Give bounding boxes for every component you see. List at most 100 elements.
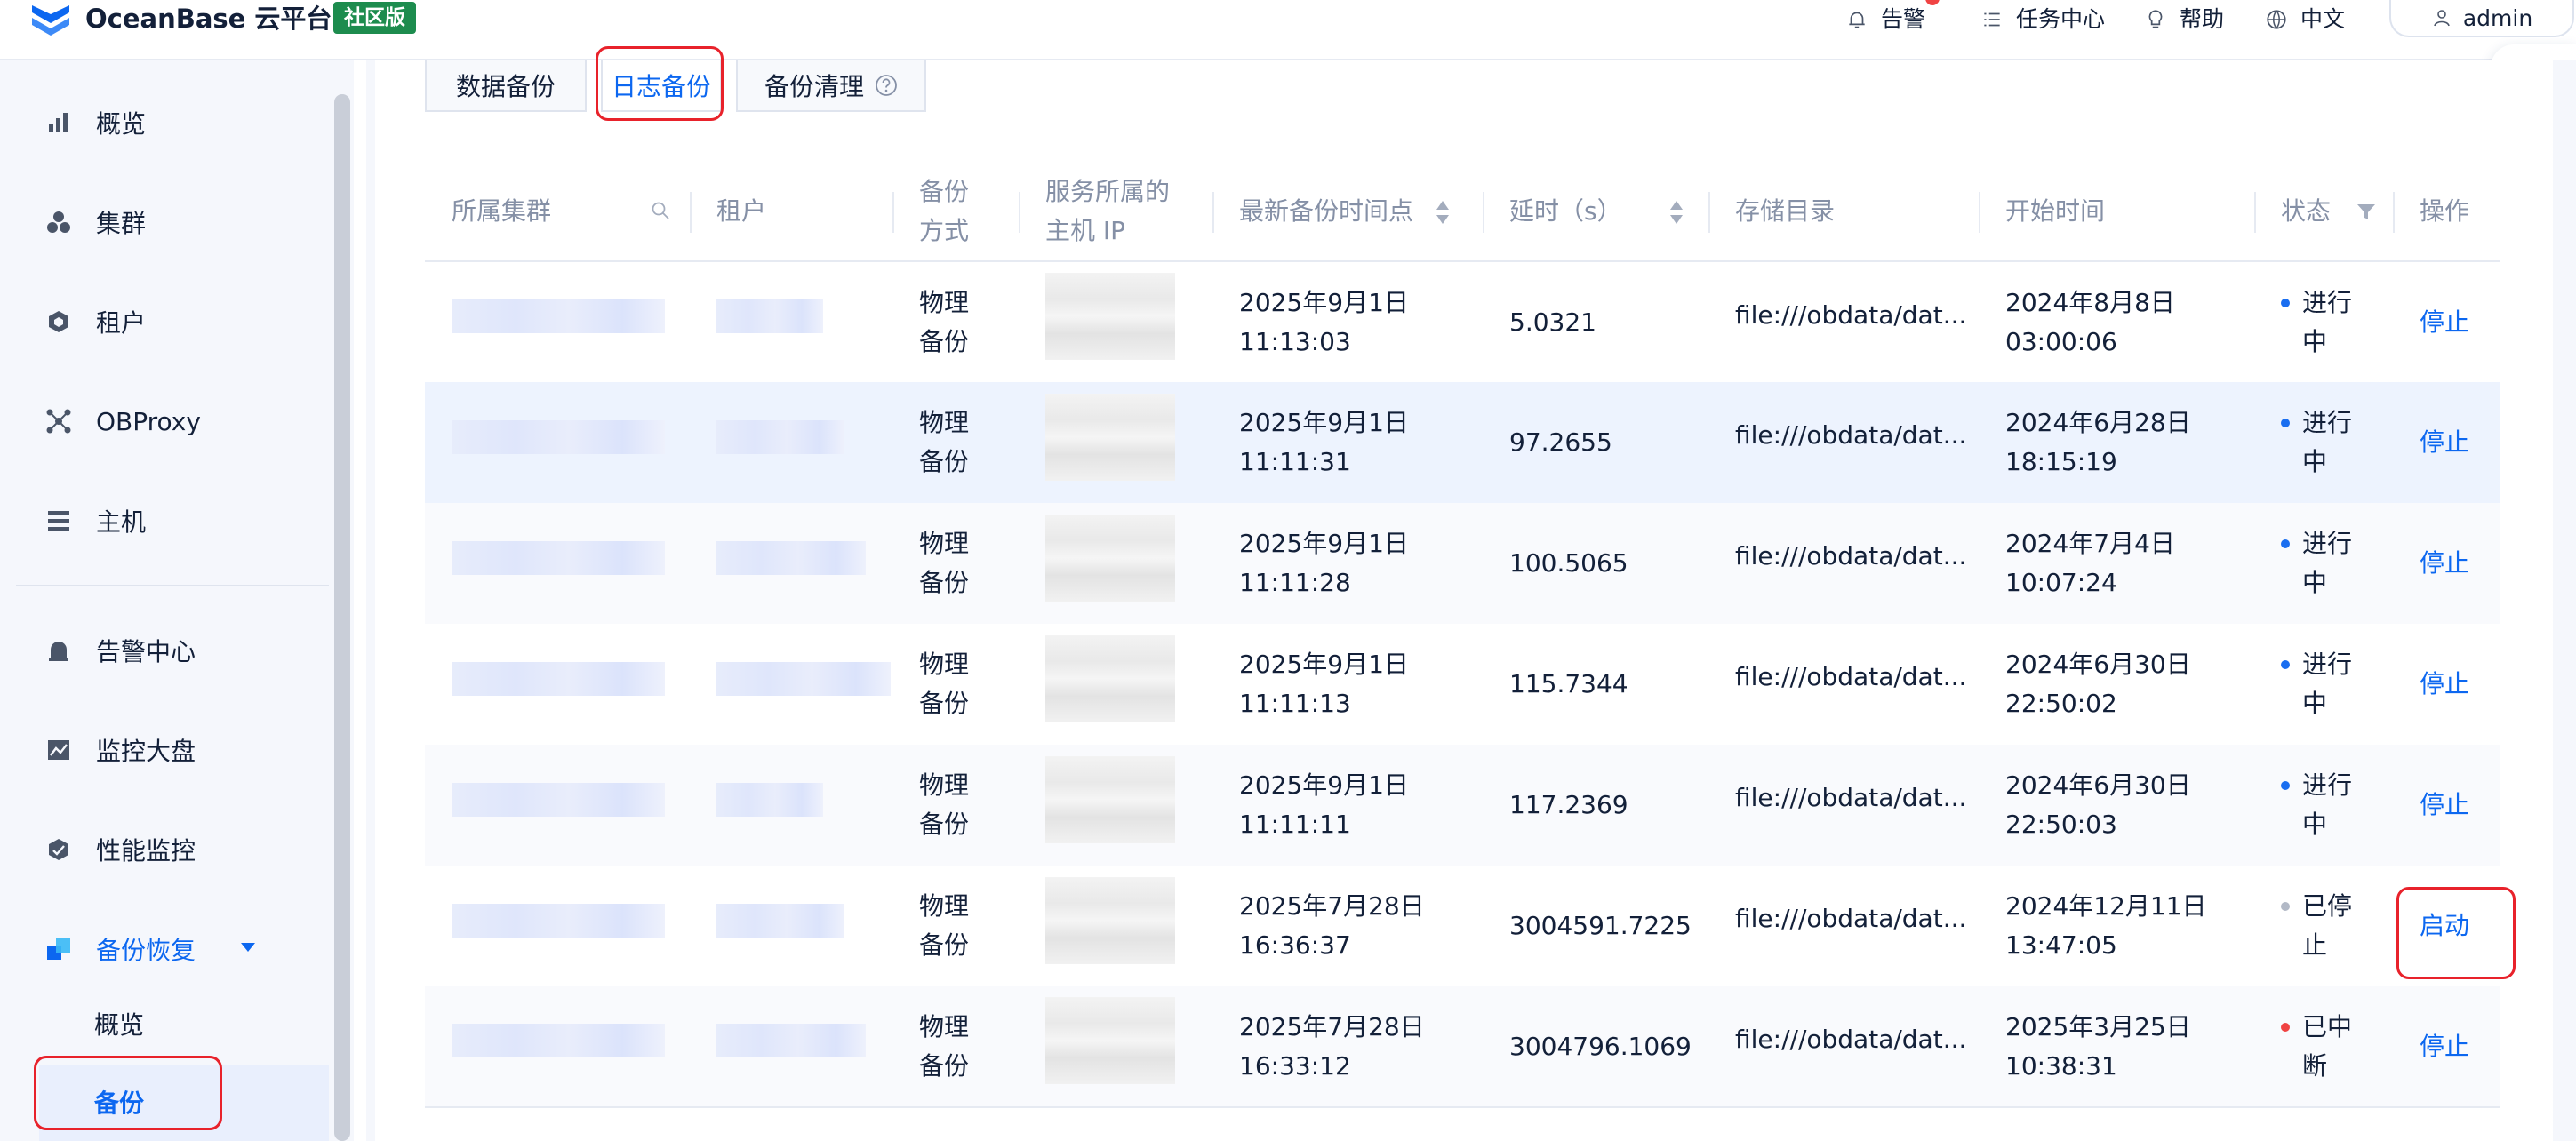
chevron-down-icon[interactable] — [240, 942, 256, 953]
sidebar-item-label: 集群 — [96, 209, 147, 238]
stop-button[interactable]: 停止 — [2420, 790, 2469, 819]
sidebar-item-alarm-center[interactable]: 告警中心 — [46, 624, 196, 677]
cell-actions: 停止 — [2393, 624, 2500, 745]
list-icon — [1984, 12, 2000, 27]
redacted-host-ip — [1045, 876, 1175, 964]
sidebar-subitem-selected-bg — [39, 1065, 329, 1141]
cell-latest-backup: 2025年7月28日 16:33:12 — [1212, 986, 1483, 1108]
redacted-cluster-name — [452, 661, 665, 696]
cell-latest-backup: 2025年9月1日 11:11:31 — [1212, 382, 1483, 503]
redacted-host-ip — [1045, 393, 1175, 481]
stop-button[interactable]: 停止 — [2420, 427, 2469, 457]
cell-actions: 停止 — [2393, 261, 2500, 382]
start-button[interactable]: 启动 — [2420, 911, 2469, 940]
user-menu[interactable]: admin — [2389, 0, 2574, 37]
cell-actions: 停止 — [2393, 745, 2500, 866]
sidebar-item-label: OBProxy — [96, 406, 201, 436]
language-switch[interactable]: 中文 — [2265, 0, 2345, 39]
status-text: 进行中 — [2302, 287, 2353, 356]
sort-icon[interactable] — [1436, 199, 1450, 226]
cell-start-time: 2024年6月30日 22:50:02 — [2005, 650, 2191, 718]
sidebar-item-backup-restore[interactable]: 备份恢复 — [46, 922, 196, 976]
sidebar-item-monitor-dashboard[interactable]: 监控大盘 — [46, 723, 196, 777]
cell-host-ip — [1019, 866, 1212, 986]
cell-storage-dir: file:///obdata/dat... — [1708, 986, 1979, 1108]
sidebar-item-label: 概览 — [96, 109, 147, 139]
column-header-storage-dir: 存储目录 — [1708, 162, 1979, 262]
cell-latest-backup: 2025年9月1日 11:13:03 — [1239, 287, 1409, 356]
sidebar-item-cluster[interactable]: 集群 — [46, 195, 146, 249]
table-row: 物理备份 2025年9月1日 11:13:03 5.0321 file:///obda… — [425, 261, 2500, 382]
sidebar-item-obproxy[interactable]: OBProxy — [46, 395, 201, 448]
cell-delay: 117.2369 — [1483, 745, 1708, 866]
cell-start-time: 2024年6月28日 18:15:19 — [1979, 382, 2254, 503]
cell-tenant — [690, 624, 892, 745]
tab-log-backup[interactable]: 日志备份 — [601, 60, 722, 112]
sidebar-subitem-overview[interactable]: 概览 — [94, 1006, 144, 1041]
cell-tenant — [690, 261, 892, 382]
redacted-tenant-name — [716, 661, 891, 696]
tab-label: 数据备份 — [455, 72, 556, 101]
cell-start-time: 2024年12月11日 13:47:05 — [2005, 891, 2207, 960]
log-backup-table: 所属集群 租户 备份方式 服务所属的主机 IP 最新备份时间点 延时（s） 存储… — [425, 162, 2500, 1108]
sidebar-item-label: 主机 — [96, 507, 147, 537]
column-header-latest-backup[interactable]: 最新备份时间点 — [1212, 162, 1483, 262]
help-button[interactable]: 帮助 — [2144, 0, 2224, 39]
sort-icon[interactable] — [1669, 199, 1684, 226]
sidebar-item-tenant[interactable]: 租户 — [46, 295, 146, 348]
cell-tenant — [690, 745, 892, 866]
bar-chart-icon — [46, 110, 71, 135]
cell-storage-dir: file:///obdata/dat... — [1735, 904, 1967, 933]
cell-latest-backup: 2025年7月28日 16:36:37 — [1239, 891, 1425, 960]
status-text: 已中断 — [2302, 1011, 2353, 1081]
column-header-status: 状态 — [2254, 162, 2393, 262]
cell-delay: 97.2655 — [1483, 382, 1708, 503]
tab-label: 备份清理 — [764, 72, 864, 101]
filter-icon[interactable] — [2356, 203, 2376, 221]
cell-latest-backup: 2025年9月1日 11:11:13 — [1239, 650, 1409, 718]
sidebar-item-host[interactable]: 主机 — [46, 494, 146, 547]
sidebar-scrollbar[interactable] — [334, 94, 350, 1141]
table-body: 物理备份 2025年9月1日 11:13:03 5.0321 file:///obda… — [425, 261, 2500, 1108]
sidebar-item-label: 性能监控 — [96, 836, 196, 866]
status-dot — [2281, 298, 2290, 307]
cell-start-time: 2025年3月25日 10:38:31 — [1979, 986, 2254, 1108]
sidebar-subitem-backup[interactable]: 备份 — [94, 1084, 144, 1120]
task-center-button[interactable]: 任务中心 — [1980, 0, 2105, 39]
cell-cluster — [425, 866, 690, 986]
sidebar-divider — [16, 585, 329, 586]
status-dot — [2281, 660, 2290, 669]
cell-start-time: 2024年6月30日 22:50:03 — [1979, 745, 2254, 866]
redacted-cluster-name — [452, 903, 665, 938]
help-label: 帮助 — [2180, 6, 2225, 32]
performance-icon — [46, 837, 71, 862]
cell-delay: 5.0321 — [1509, 307, 1596, 337]
redacted-cluster-name — [452, 540, 665, 575]
status-dot — [2281, 902, 2290, 911]
stop-button[interactable]: 停止 — [2420, 669, 2469, 698]
stop-button[interactable]: 停止 — [2420, 307, 2469, 337]
sidebar-item-performance-monitor[interactable]: 性能监控 — [46, 823, 196, 876]
tab-data-backup[interactable]: 数据备份 — [425, 60, 587, 112]
column-header-delay[interactable]: 延时（s） — [1483, 162, 1708, 262]
user-name: admin — [2462, 4, 2533, 31]
table-row: 物理备份 2025年9月1日 11:11:13 115.7344 file:///ob… — [425, 624, 2500, 745]
cell-start-time: 2024年8月8日 03:00:06 — [2005, 287, 2175, 356]
table-row: 物理备份 2025年9月1日 11:11:11 117.2369 file:///ob… — [425, 745, 2500, 866]
status-dot — [2281, 419, 2290, 427]
cell-status: 进行中 — [2254, 503, 2393, 624]
redacted-tenant-name — [716, 419, 844, 454]
cell-cluster — [425, 382, 690, 503]
search-icon[interactable] — [651, 201, 670, 220]
alerts-button[interactable]: 告警 — [1845, 0, 1925, 39]
help-circle-icon[interactable] — [875, 74, 898, 97]
status-text: 进行中 — [2302, 529, 2353, 597]
brand-name: OceanBase 云平台 — [85, 4, 332, 34]
stop-button[interactable]: 停止 — [2420, 1032, 2469, 1061]
lightbulb-icon — [2148, 10, 2163, 28]
stop-button[interactable]: 停止 — [2420, 548, 2469, 578]
redacted-cluster-name — [452, 299, 665, 333]
tab-backup-cleanup[interactable]: 备份清理 — [736, 60, 926, 112]
sidebar-item-overview[interactable]: 概览 — [46, 96, 146, 149]
alert-count-badge — [1925, 0, 1940, 5]
